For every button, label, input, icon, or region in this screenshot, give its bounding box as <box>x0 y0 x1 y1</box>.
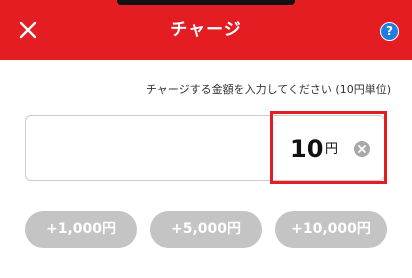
amount-highlight-frame <box>270 111 387 184</box>
amount-instruction: チャージする金額を入力してください (10円単位) <box>145 83 391 96</box>
add-5000-button[interactable]: +5,000円 <box>150 211 262 248</box>
add-1000-button[interactable]: +1,000円 <box>25 211 137 248</box>
charge-screen: チャージ ? チャージする金額を入力してください (10円単位) 10 円 +1… <box>0 0 412 278</box>
help-button[interactable]: ? <box>380 22 399 41</box>
page-title: チャージ <box>170 20 242 40</box>
add-10000-button[interactable]: +10,000円 <box>275 211 387 248</box>
app-header: チャージ ? <box>0 0 412 60</box>
device-notch <box>117 0 295 5</box>
